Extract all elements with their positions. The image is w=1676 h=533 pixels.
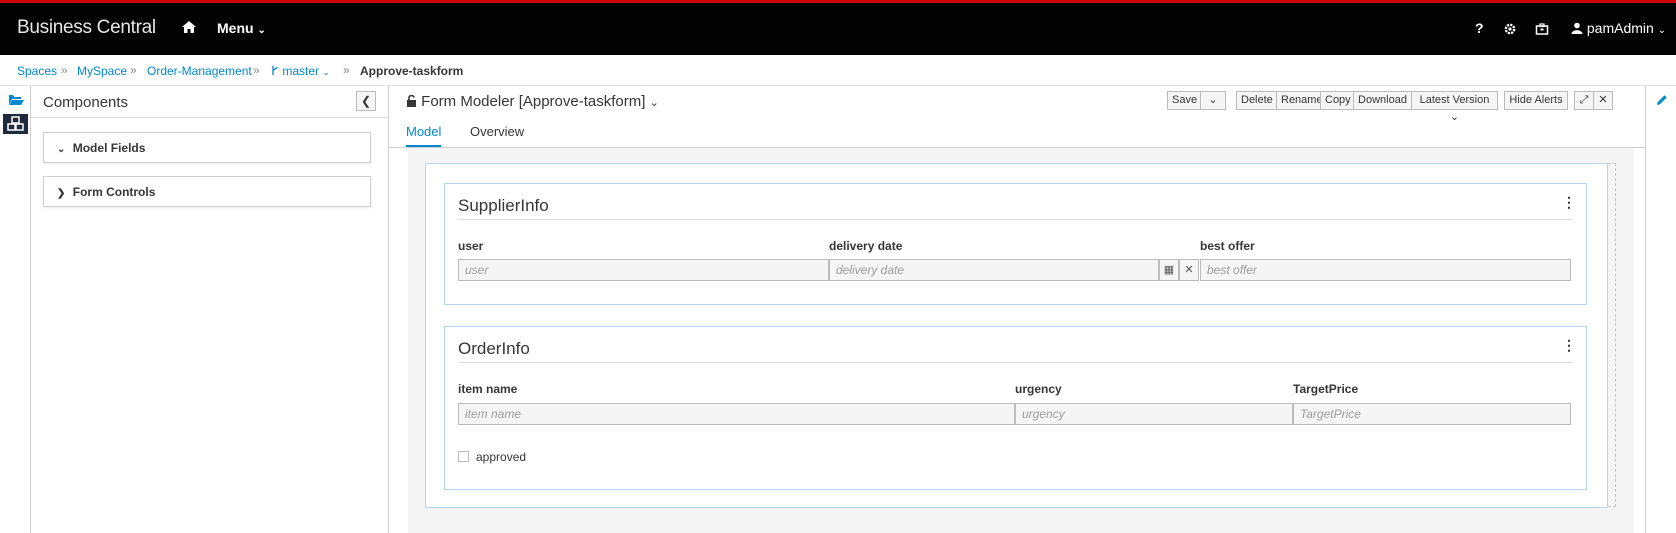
accordion-model-fields[interactable]: ⌄ Model Fields [43, 132, 371, 163]
field-label-target-price: TargetPrice [1293, 382, 1359, 396]
field-label-urgency: urgency [1015, 382, 1062, 396]
kebab-menu-icon[interactable]: ⋮ [1562, 194, 1576, 211]
user-input[interactable]: user [458, 259, 829, 281]
chevron-down-icon: ⌄ [649, 97, 659, 109]
approved-checkbox[interactable] [458, 451, 469, 462]
right-icon-rail [1645, 86, 1676, 533]
branch-name: master [282, 64, 320, 78]
lock-icon [407, 94, 416, 107]
breadcrumb-spaces[interactable]: Spaces [17, 64, 57, 78]
divider [31, 117, 389, 118]
latest-version-label: Latest Version [1419, 94, 1490, 106]
calendar-icon[interactable]: ▦ [1159, 259, 1179, 281]
components-tab[interactable] [3, 114, 28, 134]
best-offer-input[interactable]: best offer [1200, 259, 1571, 281]
order-info-section[interactable]: OrderInfo ⋮ item name item name urgency … [444, 326, 1587, 490]
latest-version-dropdown[interactable]: Latest Version ⌄ [1411, 91, 1498, 123]
field-label-user: user [458, 239, 484, 253]
editor-title: Form Modeler [Approve-taskform] [421, 93, 646, 110]
divider [458, 219, 1573, 220]
supplier-info-section[interactable]: SupplierInfo ⋮ user user delivery date d… [444, 183, 1587, 305]
field-label-best-offer: best offer [1200, 239, 1255, 253]
divider [458, 362, 1573, 363]
delete-button[interactable]: Delete [1236, 91, 1277, 110]
briefcase-icon[interactable] [1535, 22, 1549, 36]
user-icon [1571, 22, 1583, 34]
urgency-input[interactable]: urgency [1015, 403, 1293, 425]
save-button[interactable]: Save [1167, 91, 1201, 110]
breadcrumb-separator: » [130, 63, 137, 77]
chevron-down-icon: ⌄ [257, 25, 266, 36]
section-title: OrderInfo [458, 339, 530, 358]
chevron-down-icon: ⌄ [57, 144, 66, 155]
components-panel: Components ❮ ⌄ Model Fields ❯ Form Contr… [31, 86, 389, 533]
download-button[interactable]: Download [1353, 91, 1412, 110]
home-icon[interactable] [181, 19, 197, 35]
app-brand[interactable]: Business Central [17, 17, 156, 39]
close-icon: ✕ [1598, 94, 1608, 106]
chevron-down-icon: ⌄ [322, 67, 330, 77]
save-options-button[interactable]: ⌄ [1200, 91, 1226, 110]
close-button[interactable]: ✕ [1593, 91, 1613, 110]
breadcrumb-separator: » [253, 63, 260, 77]
folder-open-icon[interactable] [3, 90, 28, 110]
approved-label: approved [476, 450, 527, 464]
target-price-input[interactable]: TargetPrice [1293, 403, 1571, 425]
breadcrumb-separator: » [61, 63, 68, 77]
breadcrumb-separator: » [343, 63, 350, 77]
chevron-right-icon: ❯ [57, 188, 66, 199]
chevron-down-icon: ⌄ [1657, 25, 1667, 36]
kebab-menu-icon[interactable]: ⋮ [1562, 337, 1576, 354]
menu-label: Menu [217, 20, 254, 36]
item-name-input[interactable]: item name [458, 403, 1015, 425]
hide-alerts-button[interactable]: Hide Alerts [1504, 91, 1568, 110]
cubes-icon [7, 116, 24, 131]
editor-title-menu[interactable]: Form Modeler [Approve-taskform] ⌄ [406, 93, 659, 110]
gear-icon[interactable] [1503, 22, 1517, 36]
field-label-delivery-date: delivery date [829, 239, 903, 253]
left-icon-rail [0, 86, 31, 533]
breadcrumb-myspace[interactable]: MySpace [77, 64, 127, 78]
section-title: SupplierInfo [458, 196, 549, 215]
accordion-form-controls[interactable]: ❯ Form Controls [43, 176, 371, 207]
breadcrumb-project[interactable]: Order-Management [147, 64, 252, 78]
copy-button[interactable]: Copy [1320, 91, 1354, 110]
delivery-date-input[interactable]: delivery date [829, 259, 1159, 281]
panel-title: Components [43, 94, 129, 111]
accordion-label: Form Controls [72, 185, 156, 199]
tab-model[interactable]: Model [406, 124, 442, 147]
accordion-label: Model Fields [72, 141, 146, 155]
expand-icon: ⤢ [1579, 94, 1589, 106]
field-label-item-name: item name [458, 382, 518, 396]
breadcrumb: Spaces » MySpace » Order-Management » ma… [0, 55, 1676, 86]
rename-button[interactable]: Rename [1276, 91, 1323, 110]
user-menu[interactable]: pamAdmin ⌄ [1571, 20, 1666, 36]
chevron-down-icon: ⌄ [1449, 111, 1460, 123]
collapse-panel-button[interactable]: ❮ [356, 91, 376, 111]
clear-date-icon[interactable]: ✕ [1179, 259, 1199, 281]
tab-overview[interactable]: Overview [470, 124, 524, 139]
chevron-left-icon: ❮ [360, 94, 372, 108]
pencil-icon[interactable] [1655, 93, 1669, 107]
branch-selector[interactable]: master ⌄ [271, 64, 330, 78]
maximize-button[interactable]: ⤢ [1574, 91, 1594, 110]
breadcrumb-current: Approve-taskform [360, 64, 464, 78]
chevron-down-icon: ⌄ [1208, 94, 1218, 106]
help-button[interactable]: ? [1475, 20, 1484, 36]
username: pamAdmin [1586, 20, 1654, 36]
main-menu-button[interactable]: Menu ⌄ [217, 20, 266, 36]
top-navbar: Business Central Menu ⌄ ? pamAdmin ⌄ [0, 3, 1676, 55]
branch-icon [272, 66, 278, 75]
